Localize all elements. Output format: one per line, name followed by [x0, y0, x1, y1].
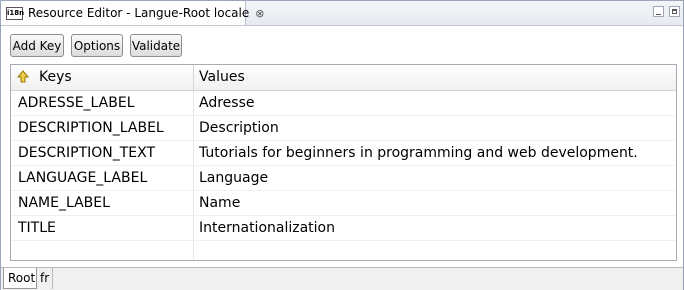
options-button[interactable]: Options: [71, 34, 123, 57]
value-cell[interactable]: Adresse: [199, 91, 254, 115]
add-key-button[interactable]: Add Key: [10, 34, 64, 57]
value-cell[interactable]: Internationalization: [199, 216, 335, 240]
key-cell[interactable]: DESCRIPTION_TEXT: [18, 141, 155, 165]
locale-tab-bar: Root fr: [1, 267, 683, 290]
key-cell[interactable]: ADRESSE_LABEL: [18, 91, 135, 115]
resource-editor-window: i18n Resource Editor - Langue-Root local…: [0, 0, 684, 290]
keys-column-header[interactable]: Keys: [39, 65, 72, 90]
table-body: ADRESSE_LABEL Adresse DESCRIPTION_LABEL …: [11, 91, 676, 241]
key-cell[interactable]: DESCRIPTION_LABEL: [18, 116, 164, 140]
table-row[interactable]: NAME_LABEL Name: [11, 191, 676, 216]
table-row[interactable]: TITLE Internationalization: [11, 216, 676, 241]
table-row[interactable]: DESCRIPTION_LABEL Description: [11, 116, 676, 141]
minimize-icon[interactable]: [653, 6, 664, 17]
key-cell[interactable]: TITLE: [18, 216, 56, 240]
keys-values-table: Keys Values ADRESSE_LABEL Adresse DESCRI…: [10, 64, 677, 261]
table-row[interactable]: LANGUAGE_LABEL Language: [11, 166, 676, 191]
editor-tab[interactable]: i18n Resource Editor - Langue-Root local…: [1, 1, 264, 25]
key-cell[interactable]: NAME_LABEL: [18, 191, 110, 215]
editor-tab-title: Resource Editor - Langue-Root locale: [28, 6, 250, 20]
column-divider[interactable]: [193, 65, 194, 90]
value-cell[interactable]: Language: [199, 166, 268, 190]
maximize-icon[interactable]: [669, 6, 680, 17]
values-column-header[interactable]: Values: [199, 65, 245, 90]
validate-button[interactable]: Validate: [130, 34, 182, 57]
editor-tab-bar: i18n Resource Editor - Langue-Root local…: [1, 1, 683, 26]
tab-root-locale[interactable]: Root: [3, 268, 37, 289]
i18n-icon: i18n: [6, 6, 24, 20]
table-header: Keys Values: [11, 65, 676, 91]
key-cell[interactable]: LANGUAGE_LABEL: [18, 166, 147, 190]
close-icon[interactable]: ⊗: [255, 7, 264, 20]
value-cell[interactable]: Tutorials for beginners in programming a…: [199, 141, 638, 165]
table-row[interactable]: DESCRIPTION_TEXT Tutorials for beginners…: [11, 141, 676, 166]
value-cell[interactable]: Name: [199, 191, 240, 215]
table-row[interactable]: ADRESSE_LABEL Adresse: [11, 91, 676, 116]
value-cell[interactable]: Description: [199, 116, 279, 140]
tab-fr-locale[interactable]: fr: [37, 268, 53, 289]
sort-ascending-icon[interactable]: [17, 70, 29, 84]
